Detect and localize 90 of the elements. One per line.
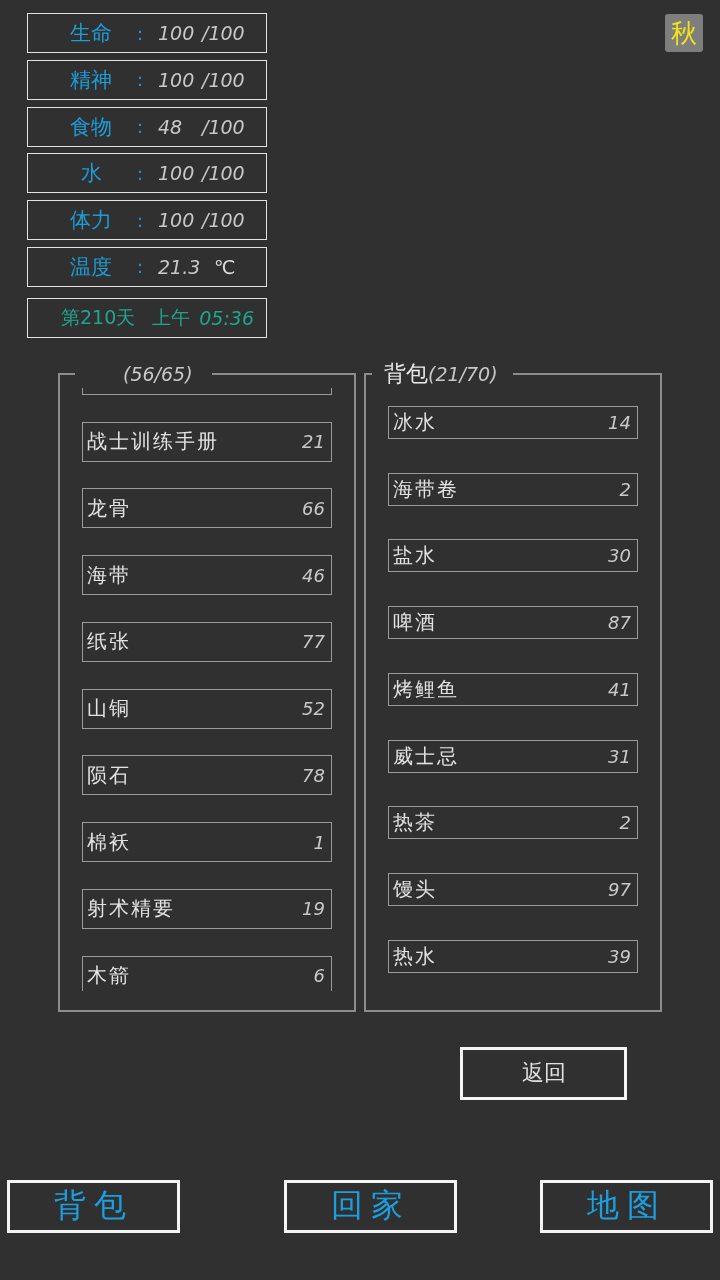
stat-value: 48: [158, 115, 184, 138]
panel-count: (21/70): [428, 362, 498, 385]
time-label: 05:36: [199, 306, 255, 329]
item-row[interactable]: 烤鲤鱼 41: [388, 672, 638, 706]
item-count: 87: [608, 612, 631, 634]
item-row[interactable]: 馒头 97: [388, 873, 638, 907]
item-name: 棉袄: [87, 828, 131, 856]
period-label: 上午: [152, 304, 191, 330]
stat-value: 100: [158, 209, 196, 232]
item-count: 52: [302, 698, 325, 720]
item-row[interactable]: 战士训练手册 21: [82, 421, 332, 462]
item-row[interactable]: 木箭 6: [82, 955, 332, 991]
item-name: 山铜: [87, 695, 131, 723]
panel-count: (56/65): [123, 362, 193, 385]
item-row[interactable]: 射术精要 19: [82, 888, 332, 929]
item-count: 41: [608, 678, 631, 700]
day-label: 第210天: [61, 304, 136, 330]
item-row[interactable]: 纸张 77: [82, 621, 332, 662]
item-count: 39: [608, 945, 631, 967]
stat-max: /100: [202, 68, 245, 91]
stat-value: 21.3: [158, 256, 202, 278]
item-name: 龙骨: [87, 494, 131, 522]
item-name: 战士训练手册: [87, 428, 219, 456]
stat-value: 100: [158, 162, 196, 185]
item-row[interactable]: 龙骨 66: [82, 488, 332, 529]
season-badge: 秋: [665, 14, 703, 52]
item-name: 热水: [393, 942, 437, 970]
stat-separator: :: [137, 22, 145, 44]
item-count: 30: [608, 545, 631, 567]
item-row[interactable]: 海带 46: [82, 555, 332, 596]
item-row[interactable]: 威士忌 31: [388, 739, 638, 773]
item-count: 31: [608, 745, 631, 767]
item-name: 烤鲤鱼: [393, 675, 459, 703]
item-name: 啤酒: [393, 609, 437, 637]
item-row[interactable]: 热茶 2: [388, 806, 638, 840]
item-name: 盐水: [393, 542, 437, 570]
item-name: 冰水: [393, 408, 437, 436]
item-row[interactable]: 啤酒 87: [388, 606, 638, 640]
item-row[interactable]: [82, 387, 332, 395]
stat-label: 生命: [69, 20, 113, 47]
stat-max: /100: [202, 209, 245, 232]
item-count: 77: [302, 631, 325, 653]
stat-label: 水: [79, 160, 103, 188]
item-count: 21: [302, 431, 325, 453]
item-name: 射术精要: [87, 895, 175, 923]
item-name: 馒头: [393, 876, 437, 904]
item-row[interactable]: 山铜 52: [82, 688, 332, 729]
stat-separator: :: [137, 69, 145, 91]
item-count: 66: [302, 497, 325, 519]
item-name: 热茶: [393, 809, 437, 837]
stat-label: 精神: [69, 66, 113, 94]
item-row[interactable]: 陨石 78: [82, 755, 332, 796]
back-button[interactable]: 返回: [460, 1046, 627, 1100]
item-count: 78: [302, 764, 325, 786]
item-name: 纸张: [87, 628, 131, 656]
stat-separator: :: [137, 116, 145, 138]
item-count: 2: [619, 812, 631, 834]
stat-unit: ℃: [214, 256, 236, 278]
item-count: 14: [608, 411, 631, 433]
item-row[interactable]: 盐水 30: [388, 539, 638, 573]
stat-separator: :: [137, 209, 145, 231]
item-count: 2: [619, 478, 631, 500]
nav-button[interactable]: 地图: [540, 1179, 713, 1233]
item-count: 19: [302, 898, 325, 920]
stat-max: /100: [202, 162, 245, 185]
stat-label: 温度: [69, 254, 113, 281]
nav-button[interactable]: 回家: [284, 1179, 457, 1233]
stat-value: 100: [158, 68, 196, 91]
item-count: 46: [302, 564, 325, 586]
item-name: 木箭: [87, 962, 131, 990]
stat-separator: :: [137, 162, 145, 184]
stat-max: /100: [202, 115, 245, 138]
stat-label: 体力: [69, 207, 113, 235]
item-row[interactable]: 冰水 14: [388, 405, 638, 439]
nav-button[interactable]: 背包: [7, 1179, 180, 1233]
item-name: 陨石: [87, 761, 131, 789]
stat-max: /100: [202, 22, 245, 44]
item-name: 海带: [87, 561, 131, 589]
item-row[interactable]: 棉袄 1: [82, 822, 332, 863]
item-count: 6: [313, 965, 325, 987]
item-row[interactable]: 热水 39: [388, 939, 638, 973]
stat-value: 100: [158, 22, 196, 44]
panel-title: 背包: [384, 360, 428, 386]
item-name: 海带卷: [393, 475, 459, 503]
stat-separator: :: [137, 256, 145, 278]
item-count: 97: [608, 879, 631, 901]
item-row[interactable]: 海带卷 2: [388, 472, 638, 506]
stat-label: 食物: [69, 113, 113, 141]
item-count: 1: [313, 831, 325, 853]
item-name: 威士忌: [393, 742, 459, 770]
